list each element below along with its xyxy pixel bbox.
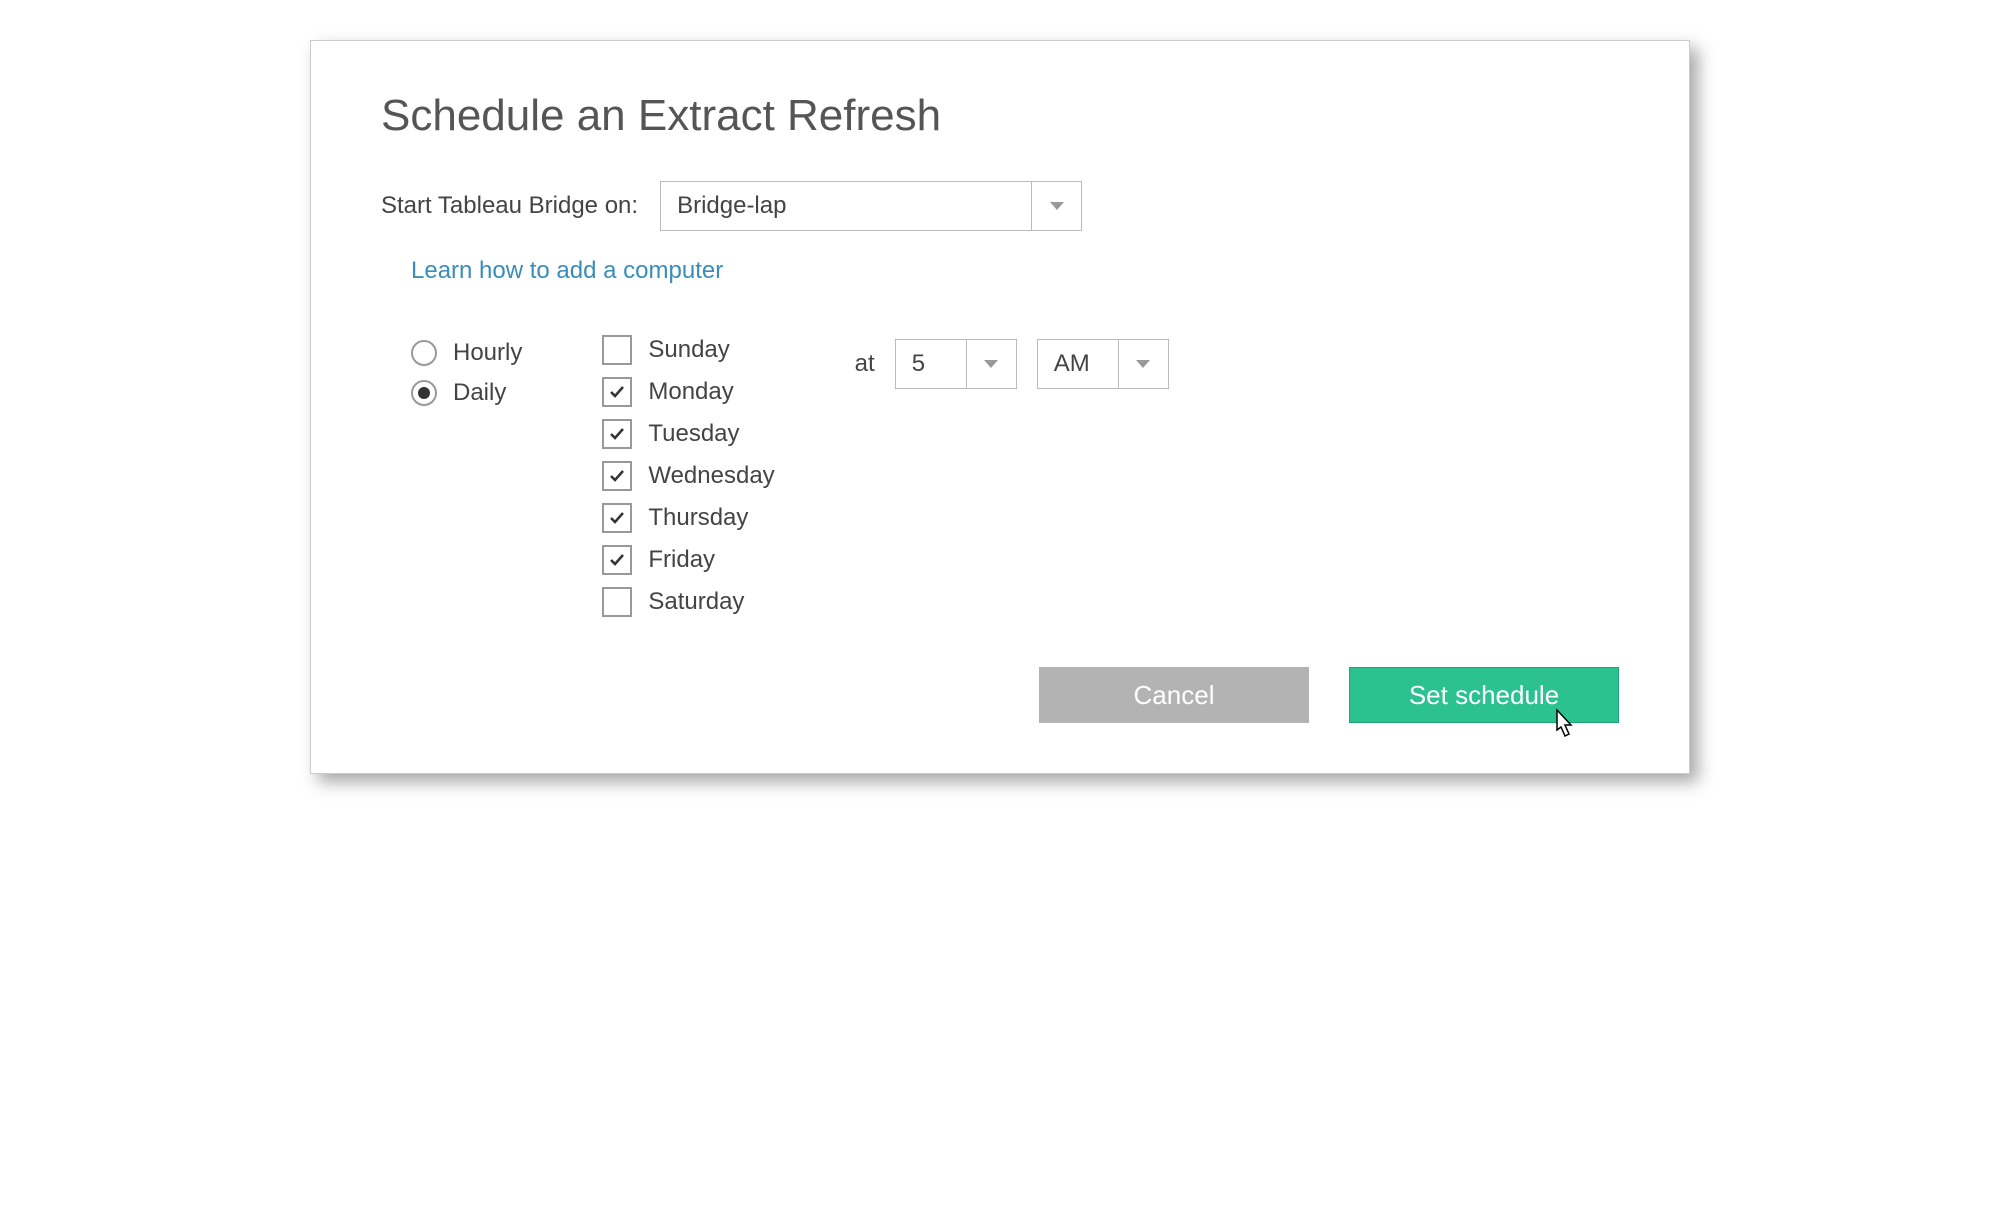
frequency-label: Hourly bbox=[453, 339, 522, 367]
cancel-button[interactable]: Cancel bbox=[1039, 667, 1309, 723]
day-checkbox-tuesday[interactable]: Tuesday bbox=[602, 419, 774, 449]
day-label: Monday bbox=[648, 378, 733, 406]
radio-dot-icon bbox=[418, 387, 430, 399]
checkmark-icon bbox=[608, 467, 626, 485]
caret-down-icon bbox=[984, 360, 998, 368]
day-label: Wednesday bbox=[648, 462, 774, 490]
ampm-select-value: AM bbox=[1038, 340, 1118, 388]
dialog-button-row: Cancel Set schedule bbox=[381, 667, 1619, 723]
radio-icon bbox=[411, 380, 437, 406]
checkmark-icon bbox=[608, 509, 626, 527]
caret-down-icon bbox=[1050, 202, 1064, 210]
day-checkbox-sunday[interactable]: Sunday bbox=[602, 335, 774, 365]
checkmark-icon bbox=[608, 425, 626, 443]
checkbox-icon bbox=[602, 587, 632, 617]
checkbox-icon bbox=[602, 503, 632, 533]
checkbox-icon bbox=[602, 419, 632, 449]
time-row: at 5 AM bbox=[855, 339, 1169, 389]
checkmark-icon bbox=[608, 551, 626, 569]
ampm-select[interactable]: AM bbox=[1037, 339, 1169, 389]
hour-select-value: 5 bbox=[896, 340, 966, 388]
frequency-label: Daily bbox=[453, 379, 506, 407]
set-schedule-button[interactable]: Set schedule bbox=[1349, 667, 1619, 723]
bridge-label: Start Tableau Bridge on: bbox=[381, 192, 638, 220]
day-label: Tuesday bbox=[648, 420, 739, 448]
bridge-select-value: Bridge-lap bbox=[661, 182, 1031, 230]
caret-down-icon bbox=[1136, 360, 1150, 368]
bridge-row: Start Tableau Bridge on: Bridge-lap bbox=[381, 181, 1619, 231]
frequency-option-daily[interactable]: Daily bbox=[411, 379, 522, 407]
day-checkbox-saturday[interactable]: Saturday bbox=[602, 587, 774, 617]
day-label: Saturday bbox=[648, 588, 744, 616]
day-label: Sunday bbox=[648, 336, 729, 364]
checkbox-icon bbox=[602, 335, 632, 365]
frequency-option-hourly[interactable]: Hourly bbox=[411, 339, 522, 367]
learn-link[interactable]: Learn how to add a computer bbox=[411, 257, 723, 285]
bridge-select[interactable]: Bridge-lap bbox=[660, 181, 1082, 231]
day-checkbox-monday[interactable]: Monday bbox=[602, 377, 774, 407]
days-checkbox-group: Sunday Monday Tuesday Wednesday Thursday Frid… bbox=[602, 335, 774, 617]
schedule-grid: Hourly Daily Sunday Monday Tuesday Wednesda… bbox=[411, 335, 1619, 617]
pointer-cursor-icon bbox=[1548, 708, 1580, 746]
checkbox-icon bbox=[602, 377, 632, 407]
frequency-radio-group: Hourly Daily bbox=[411, 339, 522, 407]
day-label: Friday bbox=[648, 546, 715, 574]
checkbox-icon bbox=[602, 461, 632, 491]
day-checkbox-wednesday[interactable]: Wednesday bbox=[602, 461, 774, 491]
radio-icon bbox=[411, 340, 437, 366]
checkmark-icon bbox=[608, 383, 626, 401]
day-checkbox-friday[interactable]: Friday bbox=[602, 545, 774, 575]
at-label: at bbox=[855, 350, 875, 378]
ampm-select-caret[interactable] bbox=[1118, 340, 1168, 388]
set-schedule-label: Set schedule bbox=[1409, 680, 1559, 711]
day-checkbox-thursday[interactable]: Thursday bbox=[602, 503, 774, 533]
bridge-select-caret[interactable] bbox=[1031, 182, 1081, 230]
dialog-title: Schedule an Extract Refresh bbox=[381, 91, 1619, 141]
hour-select[interactable]: 5 bbox=[895, 339, 1017, 389]
checkbox-icon bbox=[602, 545, 632, 575]
hour-select-caret[interactable] bbox=[966, 340, 1016, 388]
schedule-extract-dialog: Schedule an Extract Refresh Start Tablea… bbox=[310, 40, 1690, 774]
day-label: Thursday bbox=[648, 504, 748, 532]
